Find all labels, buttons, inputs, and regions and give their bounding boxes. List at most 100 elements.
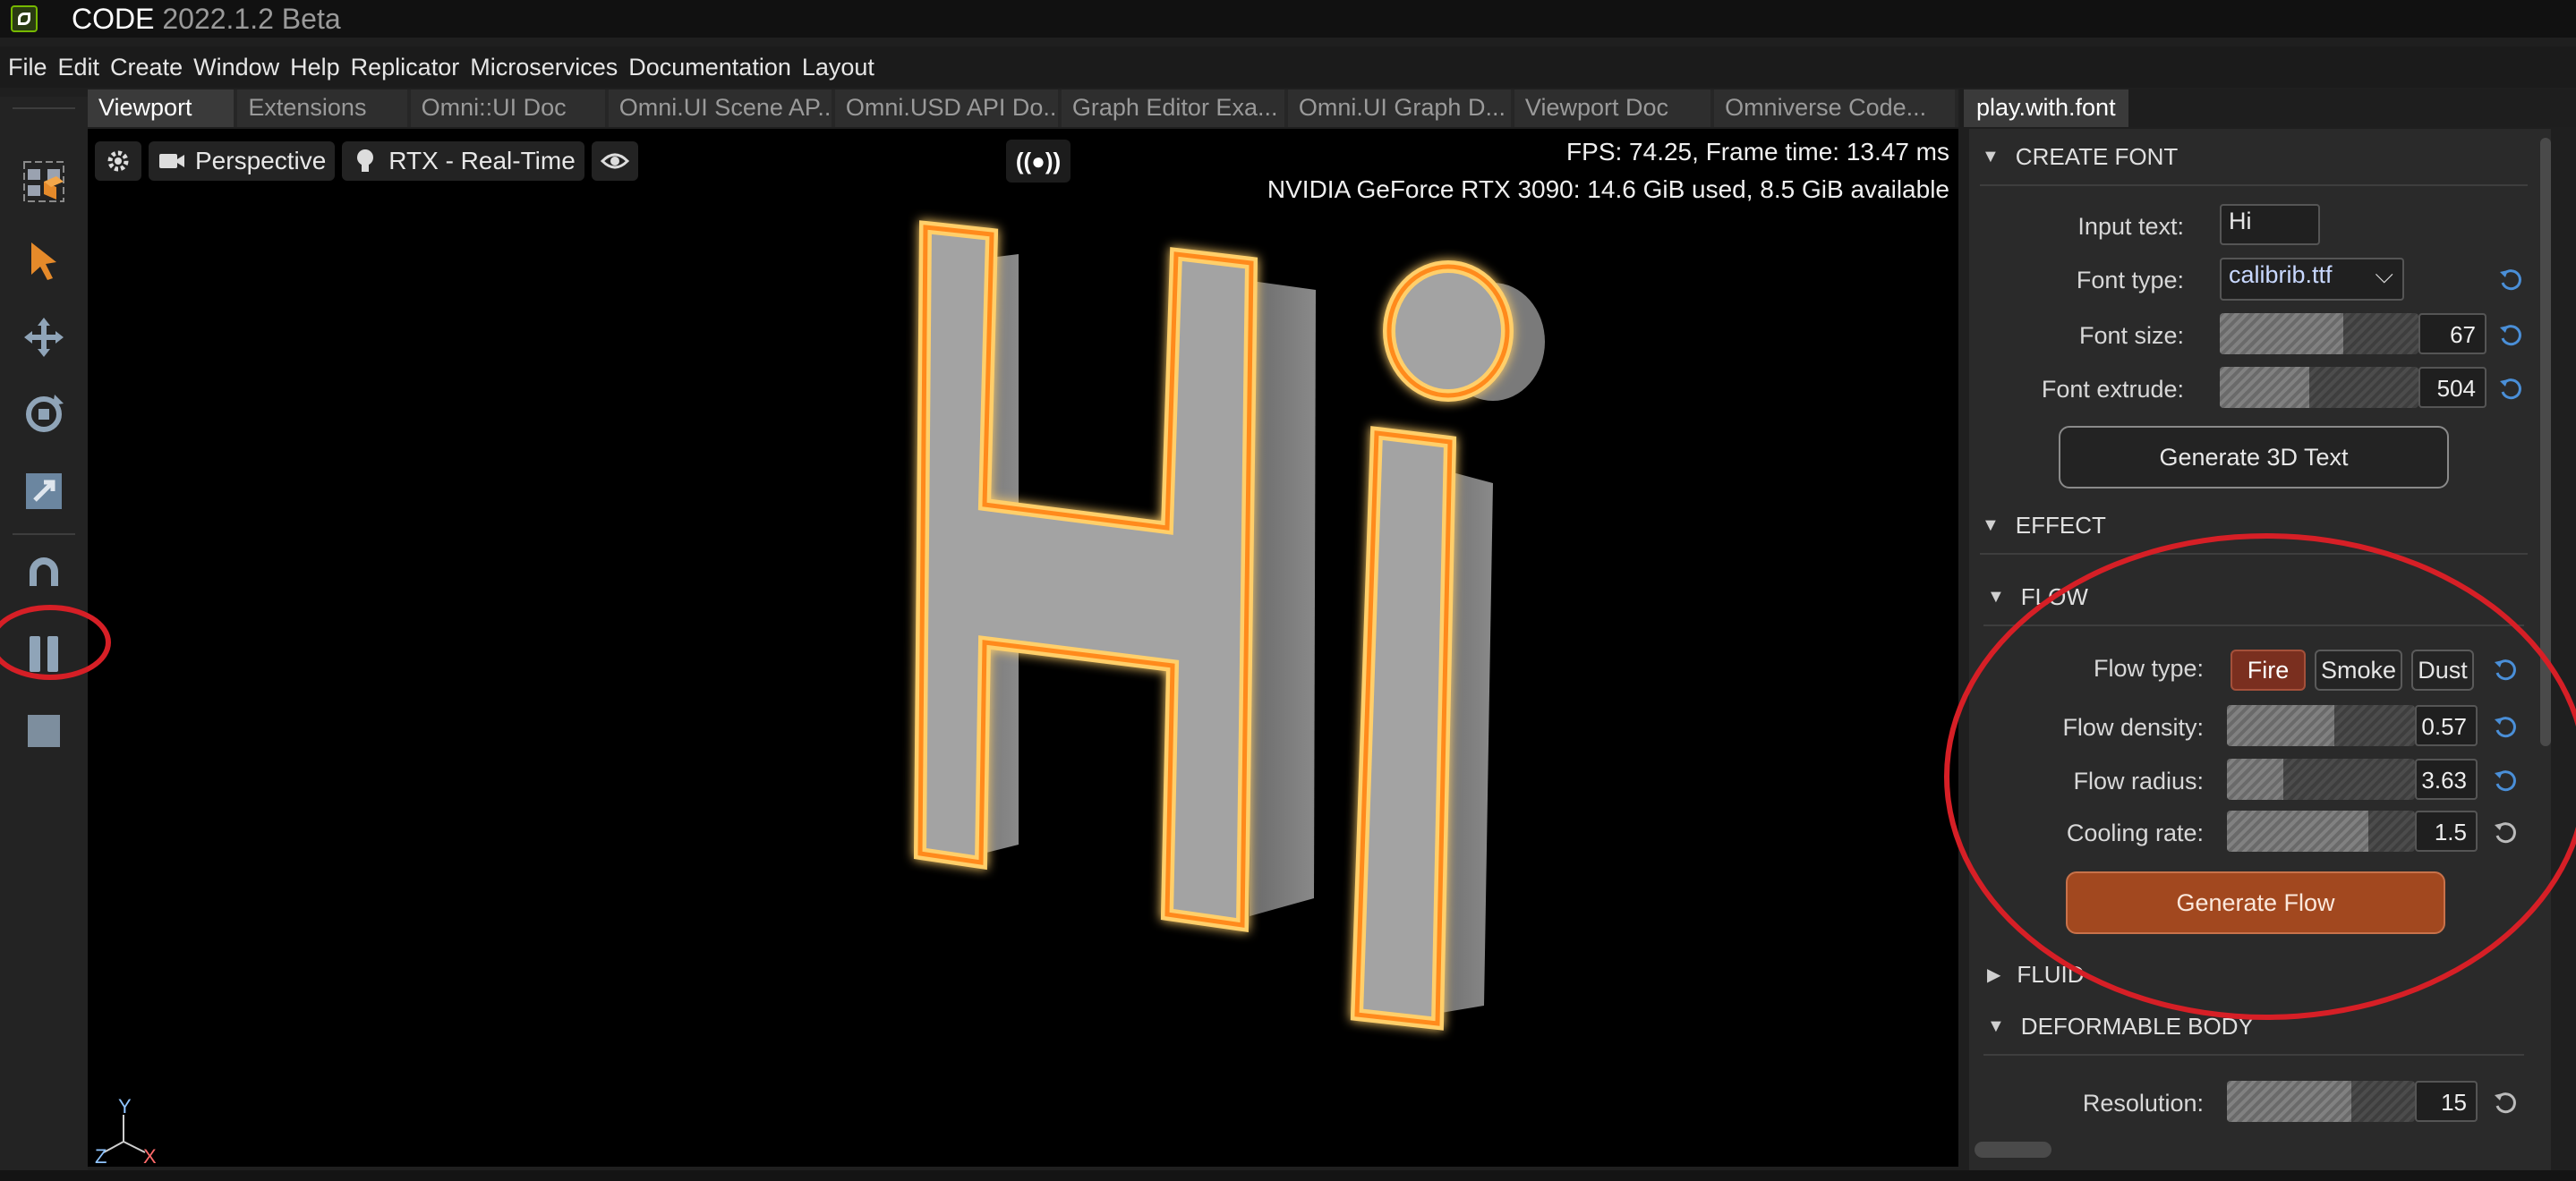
move-icon[interactable]: [14, 308, 73, 367]
expand-triangle-icon: ▶: [1987, 965, 2001, 985]
tab-viewport[interactable]: Viewport: [88, 89, 235, 127]
camera-button[interactable]: Perspective: [149, 141, 336, 181]
flow-density-slider[interactable]: [2227, 705, 2415, 746]
menu-window[interactable]: Window: [193, 54, 279, 81]
generate-flow-button[interactable]: Generate Flow: [2066, 871, 2445, 934]
section-effect[interactable]: ▼ EFFECT: [1982, 512, 2106, 540]
app-version: 2022.1.2 Beta: [162, 3, 341, 35]
pointer-icon[interactable]: [14, 231, 73, 290]
resolution-slider[interactable]: [2227, 1081, 2415, 1122]
live-session-button[interactable]: ((●)): [1006, 140, 1070, 183]
font-extrude-slider-fill: [2220, 367, 2309, 408]
stop-icon[interactable]: [14, 701, 73, 760]
nvidia-logo-icon: [11, 5, 38, 32]
font-size-label: Font size:: [2078, 322, 2184, 349]
section-create-font[interactable]: ▼ CREATE FONT: [1982, 143, 2178, 171]
left-toolbar: [0, 97, 88, 1175]
tab-omniverse-code[interactable]: Omniverse Code...: [1714, 89, 1955, 127]
menu-layout[interactable]: Layout: [802, 54, 874, 81]
section-deformable-body[interactable]: ▼ DEFORMABLE BODY: [1987, 1013, 2254, 1041]
flow-type-dust-button[interactable]: Dust: [2411, 650, 2474, 691]
menu-replicator[interactable]: Replicator: [351, 54, 460, 81]
letter-h-right-side: [1250, 281, 1316, 916]
tab-omni-ui-scene-api[interactable]: Omni.UI Scene AP...: [608, 89, 832, 127]
app-name: CODE: [72, 3, 155, 35]
panel-tab-bar: play.with.font: [1960, 89, 2576, 127]
collapse-triangle-icon: ▼: [1982, 515, 2000, 535]
select-mode-icon[interactable]: [14, 152, 73, 211]
flow-type-smoke-button[interactable]: Smoke: [2315, 650, 2402, 691]
reset-icon[interactable]: [2497, 267, 2524, 293]
flow-radius-label: Flow radius:: [2073, 768, 2204, 794]
viewport-settings-button[interactable]: [95, 141, 141, 181]
app-title: CODE 2022.1.2 Beta: [72, 3, 341, 36]
camera-icon: [159, 154, 184, 168]
flow-radius-value[interactable]: 3.63: [2415, 759, 2478, 800]
horizontal-scrollbar[interactable]: [1975, 1142, 2051, 1158]
font-type-label: Font type:: [2076, 267, 2184, 293]
tab-omni-usd-api-doc[interactable]: Omni.USD API Do...: [834, 89, 1058, 127]
cooling-rate-value[interactable]: 1.5: [2415, 811, 2478, 852]
resolution-slider-fill: [2227, 1081, 2351, 1122]
menu-microservices[interactable]: Microservices: [470, 54, 618, 81]
menu-file[interactable]: File: [8, 54, 47, 81]
menu-bar: File Edit Create Window Help Replicator …: [0, 47, 2576, 88]
bottom-status-strip: [0, 1170, 2576, 1181]
reset-icon[interactable]: [2492, 714, 2519, 741]
font-type-value: calibrib.ttf: [2229, 261, 2333, 288]
section-deformable-body-label: DEFORMABLE BODY: [2020, 1013, 2254, 1040]
tab-viewport-doc[interactable]: Viewport Doc: [1514, 89, 1711, 127]
scene-render: [913, 220, 1545, 1031]
visibility-button[interactable]: [591, 141, 638, 181]
renderer-button[interactable]: RTX - Real-Time: [342, 141, 584, 181]
reset-icon[interactable]: [2492, 1090, 2519, 1117]
flow-type-fire-button[interactable]: Fire: [2231, 650, 2306, 691]
tab-extensions[interactable]: Extensions: [237, 89, 407, 127]
reset-icon[interactable]: [2492, 820, 2519, 846]
section-fluid[interactable]: ▶ FLUID: [1987, 961, 2085, 989]
flow-radius-slider[interactable]: [2227, 759, 2415, 800]
font-extrude-value[interactable]: 504: [2418, 367, 2486, 408]
section-effect-label: EFFECT: [2015, 512, 2106, 539]
reset-icon[interactable]: [2492, 768, 2519, 794]
menu-edit[interactable]: Edit: [58, 54, 100, 81]
font-extrude-slider[interactable]: [2220, 367, 2418, 408]
input-text-field[interactable]: Hi: [2220, 204, 2320, 245]
vertical-scrollbar[interactable]: [2540, 138, 2551, 746]
reset-icon[interactable]: [2497, 322, 2524, 349]
section-divider: [1983, 1054, 2524, 1056]
flow-density-value[interactable]: 0.57: [2415, 705, 2478, 746]
cooling-rate-slider[interactable]: [2227, 811, 2415, 852]
font-size-value[interactable]: 67: [2418, 313, 2486, 354]
section-create-font-label: CREATE FONT: [2015, 143, 2179, 170]
tab-omni-ui-doc[interactable]: Omni::UI Doc: [410, 89, 605, 127]
gpu-memory-readout: NVIDIA GeForce RTX 3090: 14.6 GiB used, …: [1267, 175, 1949, 203]
chevron-down-icon: ⌵: [2375, 261, 2393, 288]
generate-3d-text-button[interactable]: Generate 3D Text: [2059, 426, 2449, 489]
menu-help[interactable]: Help: [290, 54, 340, 81]
letter-i-stem: [1350, 426, 1457, 1031]
viewport[interactable]: Perspective RTX - Real-Time ((●)) FPS: 7…: [88, 129, 1958, 1167]
reset-icon[interactable]: [2497, 376, 2524, 403]
section-flow[interactable]: ▼ FLOW: [1987, 583, 2088, 611]
camera-label: Perspective: [195, 147, 327, 174]
scale-icon[interactable]: [14, 462, 73, 521]
font-size-slider[interactable]: [2220, 313, 2418, 354]
tab-graph-editor-example[interactable]: Graph Editor Exa...: [1061, 89, 1284, 127]
rotate-icon[interactable]: [14, 385, 73, 444]
menu-create[interactable]: Create: [110, 54, 183, 81]
tab-play-with-font[interactable]: play.with.font: [1964, 89, 2128, 127]
gear-icon: [107, 150, 129, 172]
reset-icon[interactable]: [2492, 657, 2519, 684]
tab-omni-ui-graph-doc[interactable]: Omni.UI Graph D...: [1287, 89, 1511, 127]
menu-documentation[interactable]: Documentation: [628, 54, 791, 81]
flow-density-slider-fill: [2227, 705, 2334, 746]
resolution-label: Resolution:: [2082, 1090, 2204, 1117]
font-type-dropdown[interactable]: calibrib.ttf ⌵: [2220, 258, 2404, 301]
pause-icon[interactable]: [14, 624, 73, 684]
flow-density-label: Flow density:: [2062, 714, 2204, 741]
cooling-rate-label: Cooling rate:: [2066, 820, 2204, 846]
toolbar-grip: [13, 107, 75, 109]
resolution-value[interactable]: 15: [2415, 1081, 2478, 1122]
snap-magnet-icon[interactable]: [14, 544, 73, 603]
